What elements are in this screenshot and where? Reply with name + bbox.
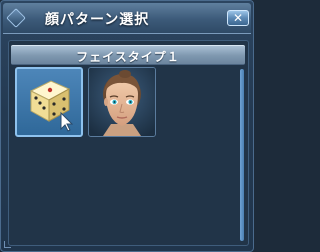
face-type-1-slot[interactable]	[88, 67, 156, 137]
dice-icon	[29, 80, 74, 132]
cursor-icon	[60, 111, 74, 132]
random-face-slot[interactable]	[15, 67, 83, 137]
scrollbar[interactable]	[240, 69, 244, 241]
title-bar[interactable]: 顔パターン選択 ✕	[3, 3, 251, 34]
close-icon: ✕	[232, 11, 244, 25]
window-title: 顔パターン選択	[45, 12, 150, 28]
face-grid	[15, 67, 235, 139]
category-header: フェイスタイプ１	[11, 45, 245, 65]
resize-corner-icon	[4, 241, 11, 248]
category-label: フェイスタイプ１	[76, 50, 180, 64]
close-button[interactable]: ✕	[227, 10, 249, 26]
face-portrait	[89, 68, 155, 136]
scrollbar-thumb[interactable]	[240, 69, 244, 241]
title-ornament-icon	[6, 8, 26, 28]
face-list-panel: フェイスタイプ１	[8, 40, 249, 246]
face-pattern-window: 顔パターン選択 ✕ フェイスタイプ１	[0, 0, 254, 252]
